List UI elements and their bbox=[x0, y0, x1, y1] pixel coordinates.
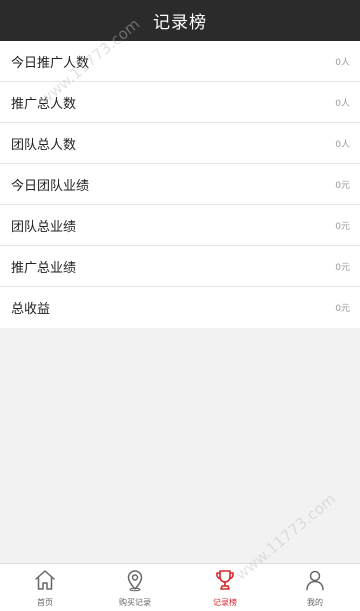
tab-label: 我的 bbox=[307, 598, 323, 607]
tab-purchase-records[interactable]: 购买记录 bbox=[90, 564, 180, 611]
stat-label: 今日推广人数 bbox=[11, 55, 90, 71]
stat-value: 0人 bbox=[335, 98, 350, 109]
page-title: 记录榜 bbox=[153, 13, 207, 33]
user-icon bbox=[306, 570, 324, 591]
stat-row-team-members: 团队总人数 0人 bbox=[0, 123, 360, 164]
stats-list: 今日推广人数 0人 推广总人数 0人 团队总人数 0人 今日团队业绩 0元 团队… bbox=[0, 41, 360, 328]
stat-label: 团队总业绩 bbox=[11, 219, 77, 235]
stat-label: 推广总人数 bbox=[11, 96, 77, 112]
home-icon bbox=[35, 570, 55, 590]
location-pin-icon bbox=[127, 570, 143, 592]
stat-value: 0元 bbox=[335, 304, 350, 314]
stat-row-today-team-sales: 今日团队业绩 0元 bbox=[0, 164, 360, 205]
tab-label: 购买记录 bbox=[119, 598, 151, 607]
stat-label: 总收益 bbox=[11, 302, 51, 317]
stat-row-total-earnings: 总收益 0元 bbox=[0, 287, 360, 328]
stat-row-referral-total-sales: 推广总业绩 0元 bbox=[0, 246, 360, 287]
bottom-tab-bar: 首页 购买记录 记录榜 我的 bbox=[0, 563, 360, 611]
stat-value: 0人 bbox=[335, 57, 350, 68]
stat-row-team-total-sales: 团队总业绩 0元 bbox=[0, 205, 360, 246]
stat-value: 0元 bbox=[335, 262, 350, 273]
tab-profile[interactable]: 我的 bbox=[270, 564, 360, 611]
trophy-icon bbox=[216, 570, 234, 590]
tab-home[interactable]: 首页 bbox=[0, 564, 90, 611]
stat-row-today-referrals: 今日推广人数 0人 bbox=[0, 41, 360, 82]
tab-leaderboard[interactable]: 记录榜 bbox=[180, 564, 270, 611]
stat-row-total-referrals: 推广总人数 0人 bbox=[0, 82, 360, 123]
stat-value: 0人 bbox=[335, 139, 350, 150]
stat-value: 0元 bbox=[335, 221, 350, 232]
stat-value: 0元 bbox=[335, 180, 350, 191]
stat-label: 今日团队业绩 bbox=[11, 178, 90, 194]
tab-label: 记录榜 bbox=[213, 598, 237, 607]
stat-label: 推广总业绩 bbox=[11, 260, 77, 276]
tab-label: 首页 bbox=[37, 598, 53, 607]
stat-label: 团队总人数 bbox=[11, 137, 77, 153]
top-bar: 记录榜 bbox=[0, 0, 360, 41]
